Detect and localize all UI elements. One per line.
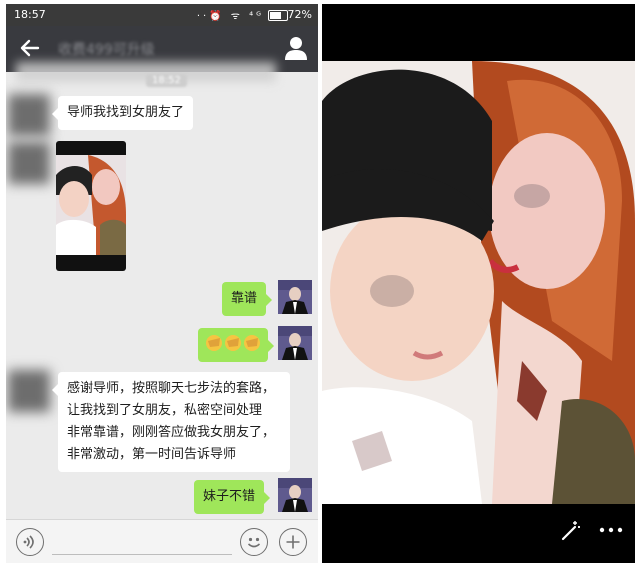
facepalm-emoji-icon xyxy=(225,335,241,351)
image-message[interactable] xyxy=(56,141,126,271)
my-avatar xyxy=(278,478,312,512)
outgoing-message[interactable]: 靠谱 xyxy=(222,282,273,316)
profile-icon[interactable] xyxy=(282,34,310,62)
plus-icon[interactable] xyxy=(279,528,307,556)
battery-icon xyxy=(268,10,288,21)
photo-viewer xyxy=(322,4,635,563)
chat-title: 收费499可升级 xyxy=(58,42,155,58)
battery-percent: 72% xyxy=(287,8,312,21)
status-time: 18:57 xyxy=(14,8,46,21)
contact-avatar-blurred xyxy=(8,370,50,412)
voice-icon[interactable] xyxy=(16,528,44,556)
user-avatar-icon xyxy=(278,326,312,360)
user-avatar-icon xyxy=(278,280,312,314)
input-bar xyxy=(6,519,318,563)
more-icon[interactable] xyxy=(598,524,624,536)
emoji-icon[interactable] xyxy=(240,528,268,556)
my-avatar xyxy=(278,326,312,360)
message-input[interactable] xyxy=(52,554,232,555)
couple-photo-thumbnail xyxy=(56,155,126,255)
message-line: 感谢导师，按照聊天七步法的套路， xyxy=(67,381,276,396)
viewer-toolbar xyxy=(322,504,635,563)
facepalm-emoji-icon xyxy=(206,335,222,351)
status-icons: ··⏰ ᯤ ⁴ᴳ xyxy=(196,11,264,22)
message-line: 让我找到了女朋友，私密空间处理 xyxy=(67,403,263,418)
couple-photo[interactable] xyxy=(322,61,635,504)
message-line: 非常靠谱，刚刚答应做我女朋友了， xyxy=(67,425,276,440)
contact-avatar-blurred xyxy=(8,94,50,136)
message-line: 非常激动，第一时间告诉导师 xyxy=(67,447,237,462)
back-arrow-icon[interactable] xyxy=(16,34,44,62)
chat-screen: 18:57 ··⏰ ᯤ ⁴ᴳ 72% 收费499可升级 18:52 导师我找到女… xyxy=(6,4,318,563)
user-avatar-icon xyxy=(278,478,312,512)
incoming-message[interactable]: 感谢导师，按照聊天七步法的套路， 让我找到了女朋友，私密空间处理 非常靠谱，刚刚… xyxy=(52,372,290,472)
magic-wand-icon[interactable] xyxy=(558,518,582,542)
my-avatar xyxy=(278,280,312,314)
outgoing-emoji-message[interactable] xyxy=(198,328,274,362)
facepalm-emoji-icon xyxy=(244,335,260,351)
status-bar: 18:57 ··⏰ ᯤ ⁴ᴳ 72% xyxy=(6,4,318,26)
outgoing-message[interactable]: 妹子不错 xyxy=(194,480,271,514)
facepalm-emoji-row xyxy=(206,335,260,351)
contact-avatar-blurred xyxy=(8,142,50,184)
incoming-message[interactable]: 导师我找到女朋友了 xyxy=(51,96,194,130)
message-list: 导师我找到女朋友了 靠谱 感谢导师，按照聊天七步法的套路， 让我找到了女朋友，私… xyxy=(6,72,318,519)
